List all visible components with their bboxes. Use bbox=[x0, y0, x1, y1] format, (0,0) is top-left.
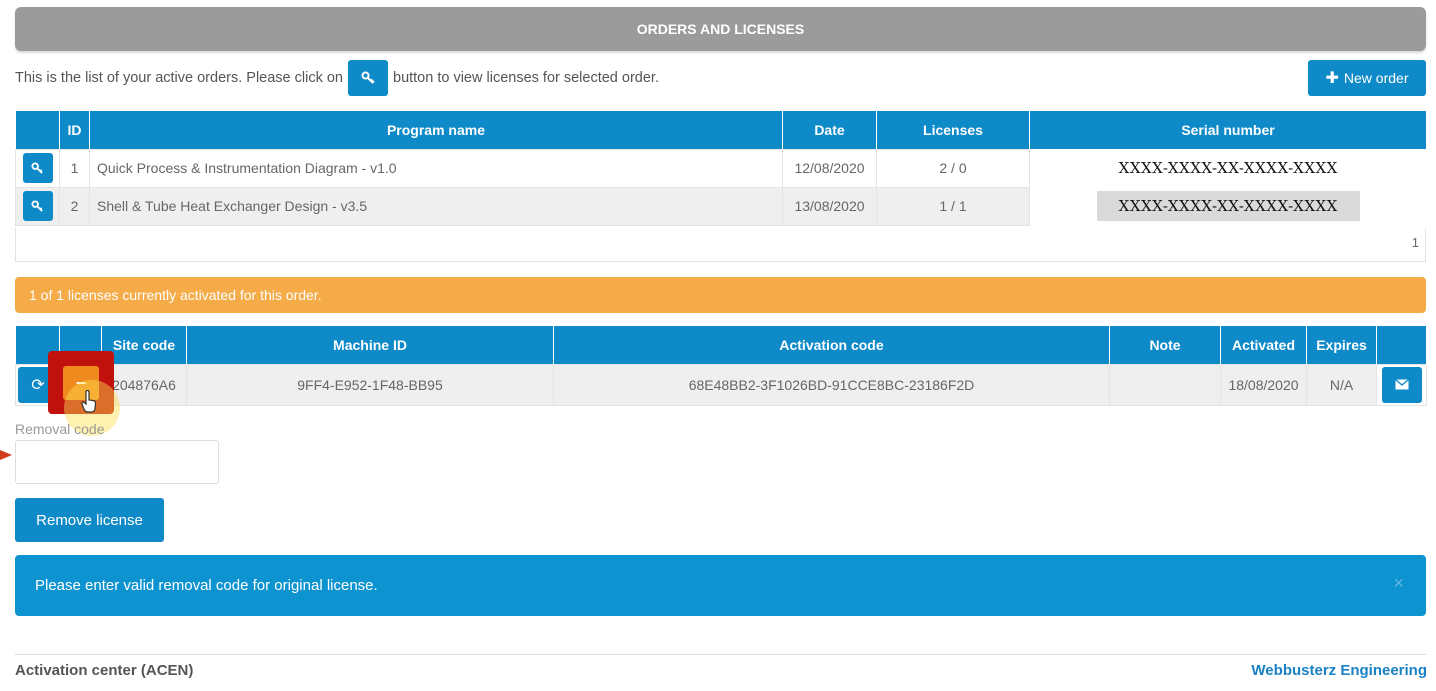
key-icon bbox=[348, 60, 388, 96]
key-icon bbox=[31, 161, 43, 174]
serial-number-cell: XXXX-XXXX-XX-XXXX-XXXX bbox=[1029, 187, 1427, 225]
licenses-header-row: Site code Machine ID Activation code Not… bbox=[15, 326, 1427, 364]
licenses-col-activation-code: Activation code bbox=[553, 326, 1110, 364]
licenses-col-note: Note bbox=[1109, 326, 1221, 364]
view-licenses-button[interactable] bbox=[22, 191, 53, 221]
hand-cursor-icon bbox=[81, 390, 97, 413]
order-id: 2 bbox=[59, 186, 90, 226]
view-licenses-button[interactable] bbox=[22, 153, 53, 183]
note bbox=[1109, 363, 1221, 406]
program-name: Shell & Tube Heat Exchanger Design - v3.… bbox=[89, 186, 783, 226]
licenses-col-machine-id: Machine ID bbox=[186, 326, 554, 364]
new-order-button[interactable]: ✚ New order bbox=[1308, 60, 1426, 96]
orders-table: ID Program name Date Licenses Serial num… bbox=[15, 111, 1427, 226]
email-cell bbox=[1376, 363, 1427, 406]
view-licenses-cell bbox=[15, 186, 60, 226]
pagination: 1 bbox=[15, 228, 1426, 262]
new-order-label: New order bbox=[1343, 70, 1409, 86]
refresh-icon: ⟳ bbox=[31, 376, 45, 394]
intro-text: This is the list of your active orders. … bbox=[15, 60, 659, 96]
page-number[interactable]: 1 bbox=[1412, 235, 1419, 250]
order-date: 13/08/2020 bbox=[782, 186, 877, 226]
pointer-arrow-icon bbox=[0, 450, 12, 460]
table-row: ⟳ 204876A6 9FF4-E952-1F48-BB95 68E48BB2-… bbox=[15, 363, 1427, 406]
alert-message: Please enter valid removal code for orig… bbox=[15, 555, 1426, 616]
orders-col-licenses: Licenses bbox=[876, 111, 1030, 149]
orders-col-serial: Serial number bbox=[1029, 111, 1427, 149]
envelope-icon bbox=[1394, 379, 1409, 390]
table-row: 1 Quick Process & Instrumentation Diagra… bbox=[15, 148, 1427, 188]
expires: N/A bbox=[1306, 363, 1377, 406]
serial-number-cell: XXXX-XXXX-XX-XXXX-XXXX bbox=[1030, 149, 1427, 187]
footer-app-name: Activation center (ACEN) bbox=[15, 662, 194, 679]
order-id: 1 bbox=[59, 148, 90, 188]
orders-header-row: ID Program name Date Licenses Serial num… bbox=[15, 111, 1427, 149]
orders-col-action bbox=[15, 111, 60, 149]
orders-col-program: Program name bbox=[89, 111, 783, 149]
orders-col-date: Date bbox=[782, 111, 877, 149]
plus-icon: ✚ bbox=[1325, 70, 1339, 87]
serial-number: XXXX-XXXX-XX-XXXX-XXXX bbox=[1118, 159, 1338, 177]
licenses-col-site-code: Site code bbox=[101, 326, 187, 364]
licenses-col-expires: Expires bbox=[1306, 326, 1377, 364]
table-row: 2 Shell & Tube Heat Exchanger Design - v… bbox=[15, 186, 1427, 226]
licenses-table: Site code Machine ID Activation code Not… bbox=[15, 326, 1427, 406]
view-licenses-cell bbox=[15, 148, 60, 188]
intro-text-before: This is the list of your active orders. … bbox=[15, 70, 343, 86]
activated-date: 18/08/2020 bbox=[1220, 363, 1307, 406]
intro-text-after: button to view licenses for selected ord… bbox=[393, 70, 659, 86]
licenses-col-email bbox=[1376, 326, 1427, 364]
removal-code-label: Removal code bbox=[15, 421, 105, 437]
footer-divider bbox=[15, 654, 1426, 655]
activation-code: 68E48BB2-3F1026BD-91CCE8BC-23186F2D bbox=[553, 363, 1110, 406]
email-button[interactable] bbox=[1381, 366, 1422, 403]
orders-col-id: ID bbox=[59, 111, 90, 149]
remove-license-button[interactable]: Remove license bbox=[15, 498, 164, 542]
footer-company-link[interactable]: Webbusterz Engineering bbox=[1251, 662, 1427, 679]
removal-code-input[interactable] bbox=[15, 440, 219, 484]
machine-id: 9FF4-E952-1F48-BB95 bbox=[186, 363, 554, 406]
licenses-col-activated: Activated bbox=[1220, 326, 1307, 364]
page-title: ORDERS AND LICENSES bbox=[15, 7, 1426, 51]
program-name: Quick Process & Instrumentation Diagram … bbox=[89, 148, 783, 188]
license-count: 1 / 1 bbox=[876, 186, 1030, 226]
serial-number: XXXX-XXXX-XX-XXXX-XXXX bbox=[1096, 191, 1360, 221]
order-date: 12/08/2020 bbox=[782, 148, 877, 188]
close-icon[interactable]: × bbox=[1393, 573, 1404, 594]
license-status-bar: 1 of 1 licenses currently activated for … bbox=[15, 277, 1426, 313]
key-icon bbox=[31, 199, 43, 212]
alert-text: Please enter valid removal code for orig… bbox=[35, 577, 378, 594]
license-count: 2 / 0 bbox=[876, 148, 1030, 188]
